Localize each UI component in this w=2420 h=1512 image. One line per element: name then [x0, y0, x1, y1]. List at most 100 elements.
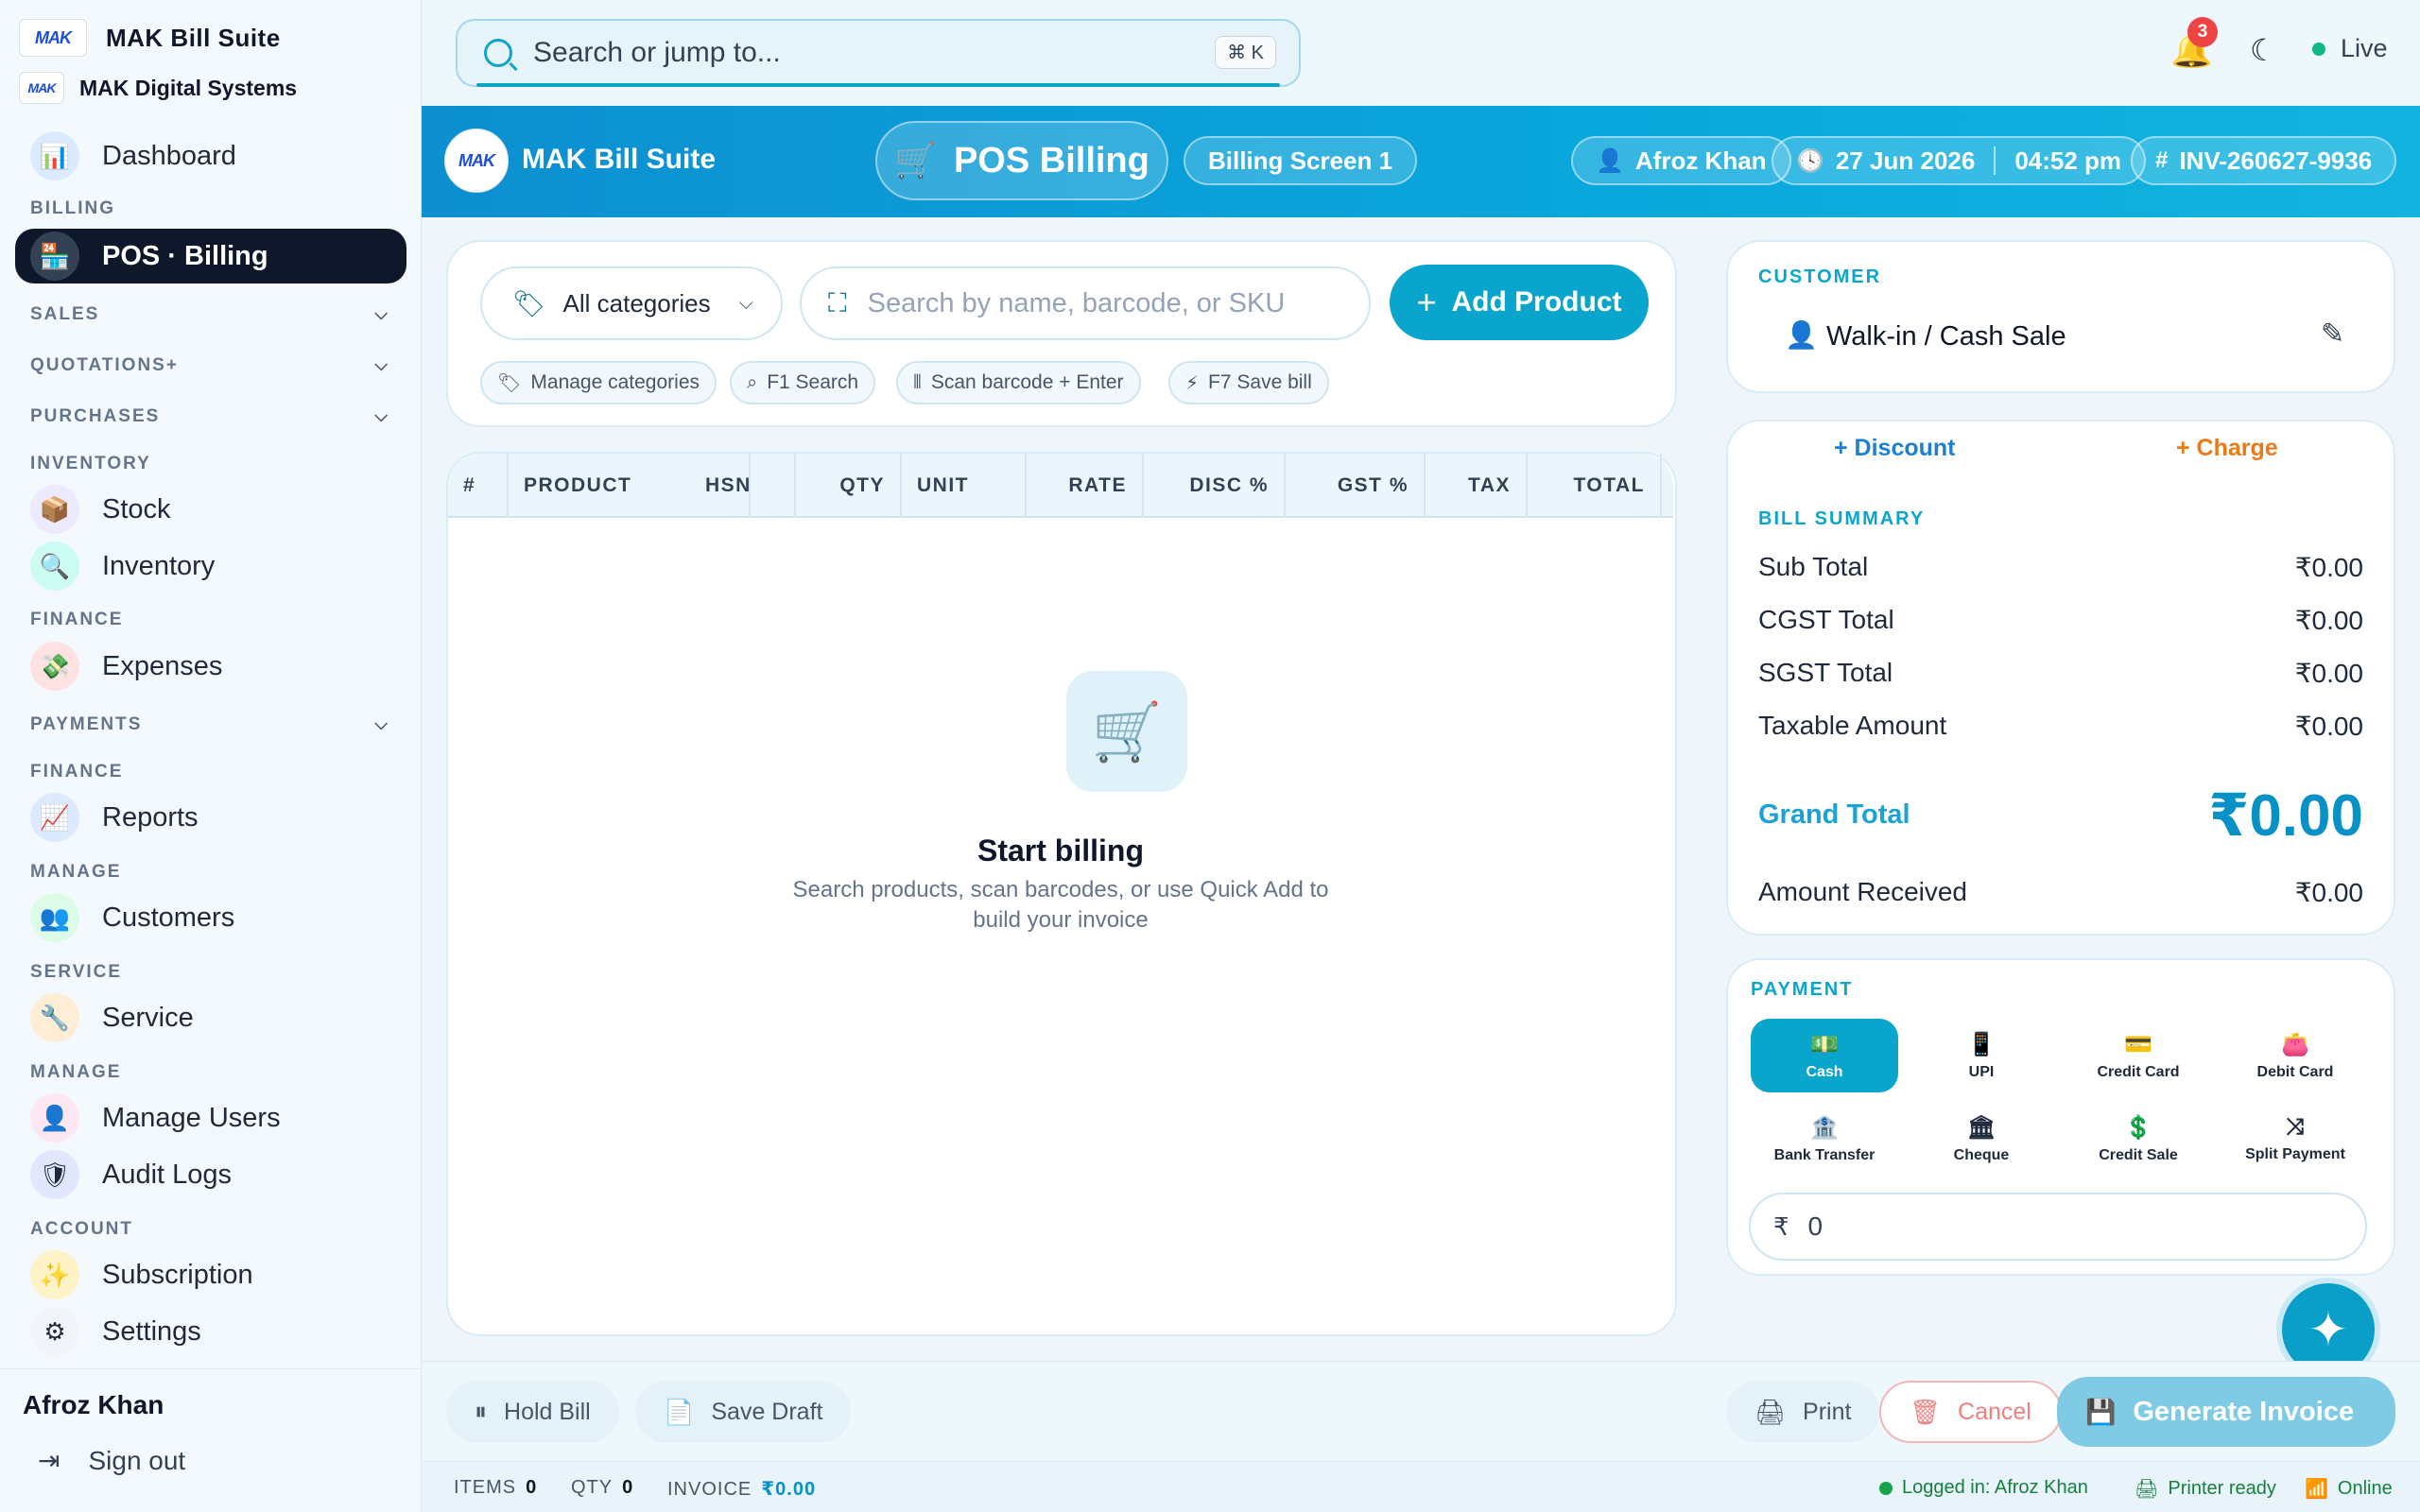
save-bill-chip[interactable]: ⚡ F7 Save bill	[1168, 361, 1329, 404]
payment-amount-input[interactable]: ₹ 0	[1749, 1193, 2367, 1261]
billing-screen-pill[interactable]: Billing Screen 1	[1184, 136, 1418, 185]
money-icon: 💸	[30, 642, 79, 691]
edit-icon[interactable]: ✎	[2321, 318, 2344, 351]
generate-invoice-button[interactable]: 💾 Generate Invoice	[2057, 1377, 2395, 1447]
pay-method-label: Bank Transfer	[1773, 1146, 1876, 1163]
sidebar-item-subscription[interactable]: ✨ Subscription	[15, 1247, 406, 1302]
section-purchases[interactable]: PURCHASES ⌵	[30, 406, 389, 427]
sidebar-item-audit-logs[interactable]: 🛡 Audit Logs	[15, 1147, 406, 1202]
pay-method-credit-card[interactable]: 💳 Credit Card	[2065, 1019, 2212, 1092]
scan-barcode-chip[interactable]: ⦀ Scan barcode + Enter	[896, 361, 1141, 404]
topbar: Search or jump to... ⌘ K 🔔 3 ☾ Live	[422, 0, 2420, 106]
cancel-button[interactable]: 🗑 Cancel	[1879, 1381, 2062, 1443]
user-icon: 👤	[1785, 320, 1818, 350]
sidebar-item-customers[interactable]: 👥 Customers	[15, 890, 406, 945]
status-label: INVOICE	[667, 1479, 752, 1500]
row-label: CGST Total	[1758, 605, 1894, 634]
product-search-input[interactable]: ⛶ Search by name, barcode, or SKU	[800, 266, 1371, 340]
store-icon: 🏪	[30, 232, 79, 281]
chevron-down-icon: ⌵	[738, 292, 753, 314]
col-disc: DISC %	[1144, 454, 1286, 518]
cgst-row: CGST Total ₹0.00	[1758, 605, 2363, 636]
pay-method-debit-card[interactable]: 👛 Debit Card	[2221, 1019, 2369, 1092]
row-label: Sub Total	[1758, 552, 1869, 581]
category-select[interactable]: 🏷 All categories ⌵	[480, 266, 783, 340]
pay-method-split[interactable]: ⤨ Split Payment	[2221, 1102, 2369, 1176]
add-product-button[interactable]: + Add Product	[1390, 265, 1649, 340]
pause-icon: ⏸	[475, 1397, 488, 1425]
moon-icon[interactable]: ☾	[2250, 32, 2277, 68]
billing-screen-label: Billing Screen 1	[1208, 146, 1393, 175]
pay-method-label: Cash	[1806, 1063, 1843, 1080]
hold-bill-button[interactable]: ⏸ Hold Bill	[446, 1381, 619, 1443]
split-icon: ⤨	[2286, 1114, 2305, 1140]
sidebar-item-service[interactable]: 🔧 Service	[15, 990, 406, 1045]
sidebar-item-reports[interactable]: 📈 Reports	[15, 790, 406, 845]
gear-icon: ⚙	[30, 1307, 79, 1356]
col-rate: RATE	[1027, 454, 1144, 518]
header-title: MAK Bill Suite	[522, 144, 717, 175]
table-header: # PRODUCT HSN QTY UNIT RATE DISC % GST %…	[448, 454, 1673, 518]
add-product-label: Add Product	[1451, 286, 1622, 318]
pay-method-upi[interactable]: 📱 UPI	[1908, 1019, 2055, 1092]
chevron-down-icon: ⌵	[374, 304, 389, 323]
org-name: MAK Digital Systems	[79, 75, 298, 100]
customer-name[interactable]: Walk-in / Cash Sale	[1826, 321, 2066, 352]
sidebar-item-manage-users[interactable]: 👤 Manage Users	[15, 1091, 406, 1145]
header-invoice: INV-260627-9936	[2179, 146, 2373, 175]
status-printer: 🖨 Printer ready	[2135, 1477, 2276, 1501]
sgst-row: SGST Total ₹0.00	[1758, 658, 2363, 689]
f1-search-chip[interactable]: ⌕ F1 Search	[730, 361, 876, 404]
empty-state-description: Search products, scan barcodes, or use Q…	[792, 877, 1329, 933]
customer-caption: CUSTOMER	[1758, 266, 1882, 287]
live-status: Live	[2312, 34, 2388, 63]
add-discount-button[interactable]: + Discount	[1834, 435, 1956, 462]
section-quotations[interactable]: QUOTATIONS+ ⌵	[30, 355, 389, 376]
col-tax: TAX	[1426, 454, 1528, 518]
search-icon: ⌕	[747, 371, 758, 393]
org-switcher[interactable]: MAK MAK Digital Systems	[19, 72, 297, 104]
plus-icon: +	[1416, 283, 1437, 321]
sidebar-item-settings[interactable]: ⚙ Settings	[15, 1304, 406, 1359]
save-draft-button[interactable]: 📄 Save Draft	[635, 1381, 852, 1443]
search-icon	[484, 39, 512, 67]
row-value: ₹0.00	[2294, 878, 2363, 907]
sign-out-button[interactable]: ⇥ Sign out	[38, 1445, 185, 1476]
users-icon: 👥	[30, 893, 79, 942]
sidebar-item-label: Service	[102, 1002, 194, 1033]
pay-method-credit-sale[interactable]: 💲 Credit Sale	[2065, 1102, 2212, 1176]
add-charge-button[interactable]: + Charge	[2176, 435, 2278, 462]
magnifier-icon: 🔍	[30, 541, 79, 591]
header-time: 04:52 pm	[2014, 146, 2122, 175]
sidebar-item-pos-billing[interactable]: 🏪 POS · Billing	[15, 229, 406, 284]
chip-label: Manage categories	[530, 371, 700, 393]
pay-method-bank-transfer[interactable]: 🏦 Bank Transfer	[1751, 1102, 1898, 1176]
status-value: 0	[526, 1477, 538, 1498]
pos-billing-button[interactable]: 🛒 POS Billing	[875, 121, 1168, 200]
pay-method-cheque[interactable]: 🏛 Cheque	[1908, 1102, 2055, 1176]
manage-categories-chip[interactable]: 🏷 Manage categories	[480, 361, 717, 404]
box-icon: 📦	[30, 485, 79, 534]
global-search-input[interactable]: Search or jump to... ⌘ K	[456, 19, 1301, 87]
row-label: Taxable Amount	[1758, 711, 1947, 740]
section-payments[interactable]: PAYMENTS ⌵	[30, 714, 389, 735]
section-sales[interactable]: SALES ⌵	[30, 304, 389, 325]
section-inventory: INVENTORY	[30, 454, 151, 473]
bank-icon: 🏦	[1810, 1114, 1839, 1141]
sidebar-item-label: Settings	[102, 1315, 201, 1347]
header-date: 27 Jun 2026	[1835, 146, 1976, 175]
sidebar-item-stock[interactable]: 📦 Stock	[15, 482, 406, 537]
pay-method-label: Split Payment	[2245, 1146, 2345, 1162]
sidebar-item-label: Audit Logs	[102, 1159, 233, 1190]
sidebar-item-dashboard[interactable]: 📊 Dashboard	[15, 129, 406, 183]
sidebar-item-label: Expenses	[102, 650, 223, 681]
footer-actions: ⏸ Hold Bill 📄 Save Draft 🖨 Print 🗑 Cance…	[422, 1361, 2420, 1461]
pay-method-cash[interactable]: 💵 Cash	[1751, 1019, 1898, 1092]
status-value: ₹0.00	[761, 1479, 817, 1500]
brand-header[interactable]: MAK MAK Bill Suite	[19, 19, 281, 57]
sidebar-item-inventory[interactable]: 🔍 Inventory	[15, 539, 406, 593]
amount-received-row: Amount Received ₹0.00	[1758, 877, 2363, 908]
sidebar-item-expenses[interactable]: 💸 Expenses	[15, 639, 406, 694]
print-button[interactable]: 🖨 Print	[1726, 1381, 1880, 1443]
section-service: SERVICE	[30, 962, 123, 982]
